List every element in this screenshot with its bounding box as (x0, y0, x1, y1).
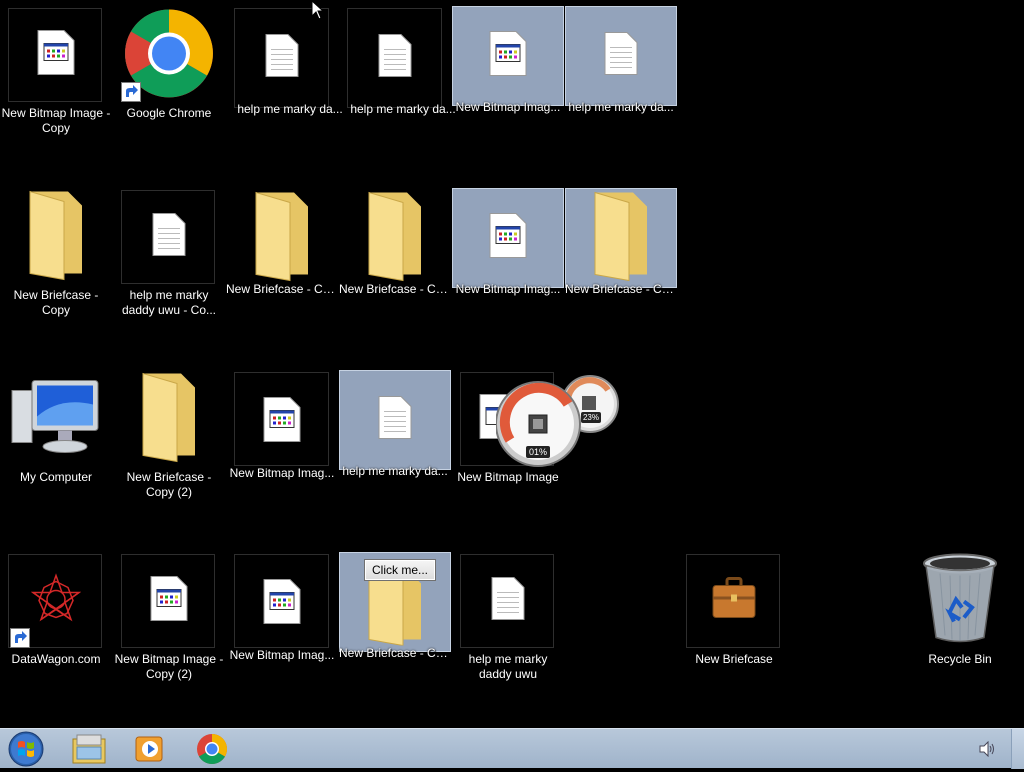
datawagon-logo-icon (30, 573, 82, 629)
memory-percent: 23% (581, 412, 601, 423)
icon-label: help me marky da... (568, 100, 674, 114)
icon-label: help me marky da... (237, 102, 343, 116)
folder-icon (250, 189, 314, 288)
icon-label: New Briefcase - Co... (226, 282, 338, 296)
mouse-cursor-icon (311, 0, 325, 25)
taskbar-explorer-button[interactable] (67, 731, 111, 767)
bitmap-file-icon (37, 30, 75, 81)
icon-label: New Bitmap Imag... (229, 466, 335, 480)
icon-label: New Bitmap Imag... (229, 648, 335, 662)
icon-label: New Briefcase - Co... (565, 282, 677, 296)
icon-label: Recycle Bin (928, 652, 992, 666)
taskbar-media-player-button[interactable] (128, 731, 172, 767)
explorer-icon (72, 734, 106, 764)
icon-label: New Briefcase - Co... (339, 282, 451, 296)
desktop: New Bitmap Image - Copy Google Chrome he… (0, 0, 1024, 728)
text-file-icon (378, 34, 412, 83)
icon-label: DataWagon.com (11, 652, 101, 666)
icon-label: help me marky da... (350, 102, 456, 116)
text-file-icon (491, 577, 525, 626)
folder-icon (137, 370, 201, 469)
icon-label: New Bitmap Image - Copy (1, 106, 111, 135)
icon-label: New Briefcase - Copy (13, 288, 99, 317)
media-player-icon (135, 736, 163, 762)
bitmap-file-icon (150, 576, 188, 627)
bitmap-file-icon (489, 213, 527, 264)
icon-label: New Briefcase (695, 652, 773, 666)
bitmap-file-icon (263, 397, 301, 448)
icon-label: New Bitmap Image - Copy (2) (114, 652, 224, 681)
icon-label: New Briefcase - Copy (2) (126, 470, 212, 499)
click-me-button[interactable]: Click me... (364, 559, 436, 581)
bitmap-file-icon (263, 579, 301, 630)
bitmap-file-icon (489, 31, 527, 82)
gauge-dials-icon (496, 375, 619, 467)
icon-label: help me marky daddy uwu - Co... (121, 288, 217, 317)
icon-label: New Bitmap Image (457, 470, 559, 484)
icon-label: My Computer (19, 470, 93, 484)
icon-label: help me marky da... (342, 464, 448, 478)
computer-icon (10, 377, 102, 462)
text-file-icon (604, 32, 638, 81)
text-file-icon (378, 396, 412, 445)
icon-label: Google Chrome (126, 106, 212, 120)
taskbar-chrome-button[interactable] (190, 731, 234, 767)
text-file-icon (265, 34, 299, 83)
icon-label: help me marky daddy uwu (468, 652, 548, 681)
icon-label: New Bitmap Imag... (455, 100, 561, 114)
shortcut-arrow-icon (121, 82, 141, 102)
taskbar (0, 728, 1024, 769)
icon-label: New Bitmap Imag... (455, 282, 561, 296)
recycle-bin-icon (920, 552, 1000, 651)
cpu-meter-gadget[interactable]: 01% 23% (496, 374, 622, 468)
folder-icon (589, 189, 653, 288)
cpu-percent: 01% (526, 446, 550, 458)
folder-icon (24, 188, 88, 287)
speaker-icon[interactable] (978, 740, 996, 762)
show-desktop-button[interactable] (1011, 729, 1024, 769)
windows-orb-icon (8, 731, 44, 767)
briefcase-icon (711, 577, 757, 626)
chrome-icon (197, 734, 228, 765)
start-button[interactable] (4, 731, 48, 767)
icon-label: New Briefcase - Co... (339, 646, 451, 660)
folder-icon (363, 189, 427, 288)
shortcut-arrow-icon (10, 628, 30, 648)
text-file-icon (152, 213, 186, 262)
